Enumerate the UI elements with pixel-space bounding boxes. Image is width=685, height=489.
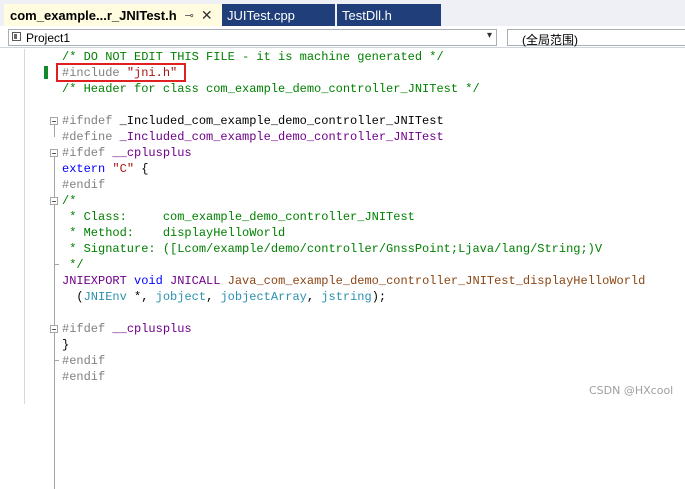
code-token: #endif xyxy=(62,354,106,368)
code-line[interactable]: /* xyxy=(62,193,645,209)
code-token: #endif xyxy=(62,370,106,384)
indicator-margin[interactable] xyxy=(0,49,24,404)
code-token: JNICALL xyxy=(170,274,221,288)
code-token: Java_com_example_demo_controller_JNITest… xyxy=(220,274,646,288)
code-line[interactable]: #endif xyxy=(62,177,645,193)
scope-label: (全局范围) xyxy=(522,33,578,47)
code-line[interactable]: #ifdef __cplusplus xyxy=(62,145,645,161)
fold-collapse-icon[interactable] xyxy=(50,325,58,333)
code-token: * Class: com_example_demo_controller_JNI… xyxy=(62,210,415,224)
code-line[interactable] xyxy=(62,97,645,113)
vc-project-icon xyxy=(12,32,21,41)
code-token: __cplusplus xyxy=(112,322,192,336)
project-dropdown[interactable]: Project1 ▾ xyxy=(8,29,497,46)
code-token: /* xyxy=(62,194,77,208)
fold-collapse-icon[interactable] xyxy=(50,197,58,205)
code-token: jstring xyxy=(321,290,372,304)
code-text[interactable]: /* DO NOT EDIT THIS FILE - it is machine… xyxy=(62,49,645,385)
tab-label: JUITest.cpp xyxy=(227,7,295,23)
margin-divider xyxy=(24,49,25,404)
code-token: extern xyxy=(62,162,113,176)
fold-guide xyxy=(54,125,55,137)
pin-icon[interactable]: ⊸ xyxy=(185,9,194,22)
code-token: ( xyxy=(62,290,84,304)
close-icon[interactable]: ✕ xyxy=(201,7,213,24)
code-line[interactable]: (JNIEnv *, jobject, jobjectArray, jstrin… xyxy=(62,289,645,305)
code-line[interactable]: */ xyxy=(62,257,645,273)
code-line[interactable]: #ifndef _Included_com_example_demo_contr… xyxy=(62,113,645,129)
chevron-down-icon[interactable]: ▾ xyxy=(487,30,492,41)
change-tracking-bar xyxy=(44,66,48,79)
code-token: jobjectArray xyxy=(220,290,307,304)
tab-juitest-cpp[interactable]: JUITest.cpp xyxy=(222,4,335,26)
annotation-highlight-box xyxy=(56,63,186,82)
tab-label: com_example...r_JNITest.h xyxy=(10,7,177,23)
code-token: */ xyxy=(62,258,84,272)
code-token: /* DO NOT EDIT THIS FILE - it is machine… xyxy=(62,50,444,64)
fold-collapse-icon[interactable] xyxy=(50,117,58,125)
code-token: __cplusplus xyxy=(112,146,192,160)
code-token: "C" xyxy=(112,162,135,176)
code-token: , xyxy=(206,290,221,304)
code-line[interactable] xyxy=(62,305,645,321)
code-token: } xyxy=(62,338,70,352)
code-token: jobject xyxy=(155,290,207,304)
code-token: JNIEnv xyxy=(83,290,127,304)
code-line[interactable]: JNIEXPORT void JNICALL Java_com_example_… xyxy=(62,273,645,289)
code-token: * Method: displayHelloWorld xyxy=(62,226,286,240)
code-line[interactable]: extern "C" { xyxy=(62,161,645,177)
fold-guide xyxy=(54,360,59,361)
code-token: void xyxy=(126,274,171,288)
watermark-text: CSDN @HXcool xyxy=(589,384,674,397)
code-line[interactable]: * Class: com_example_demo_controller_JNI… xyxy=(62,209,645,225)
code-editor[interactable]: /* DO NOT EDIT THIS FILE - it is machine… xyxy=(0,49,685,489)
code-line[interactable]: } xyxy=(62,337,645,353)
code-token: * Signature: ([Lcom/example/demo/control… xyxy=(62,242,603,256)
tab-testdll-h[interactable]: TestDll.h xyxy=(337,4,441,26)
code-token: { xyxy=(134,162,149,176)
code-token: _Included_com_example_demo_controller_JN… xyxy=(119,130,444,144)
code-token: ); xyxy=(371,290,387,304)
code-line[interactable]: #define _Included_com_example_demo_contr… xyxy=(62,129,645,145)
code-line[interactable]: #ifdef __cplusplus xyxy=(62,321,645,337)
code-token: #define xyxy=(62,130,120,144)
code-line[interactable]: /* Header for class com_example_demo_con… xyxy=(62,81,645,97)
code-token: #ifdef xyxy=(62,146,113,160)
project-name: Project1 xyxy=(26,31,71,45)
code-token: #endif xyxy=(62,178,106,192)
code-token: #ifndef xyxy=(62,114,120,128)
code-token: JNIEXPORT xyxy=(62,274,127,288)
scope-dropdown[interactable]: (全局范围) xyxy=(507,29,685,47)
navigation-bar: Project1 ▾ (全局范围) xyxy=(0,26,685,48)
code-token: _Included_com_example_demo_controller_JN… xyxy=(119,114,444,128)
document-tab-strip: com_example...r_JNITest.h ⊸ ✕ JUITest.cp… xyxy=(0,0,685,26)
fold-collapse-icon[interactable] xyxy=(50,149,58,157)
fold-guide xyxy=(54,264,59,265)
code-line[interactable]: * Signature: ([Lcom/example/demo/control… xyxy=(62,241,645,257)
fold-guide xyxy=(54,157,55,489)
tab-jni-header[interactable]: com_example...r_JNITest.h ⊸ ✕ xyxy=(4,4,222,26)
code-token: , xyxy=(306,290,322,304)
code-token: /* Header for class com_example_demo_con… xyxy=(62,82,480,96)
code-line[interactable]: * Method: displayHelloWorld xyxy=(62,225,645,241)
code-token: #ifdef xyxy=(62,322,113,336)
tab-label: TestDll.h xyxy=(342,7,392,23)
code-line[interactable]: #endif xyxy=(62,369,645,385)
code-line[interactable]: #endif xyxy=(62,353,645,369)
code-token: *, xyxy=(126,290,156,304)
